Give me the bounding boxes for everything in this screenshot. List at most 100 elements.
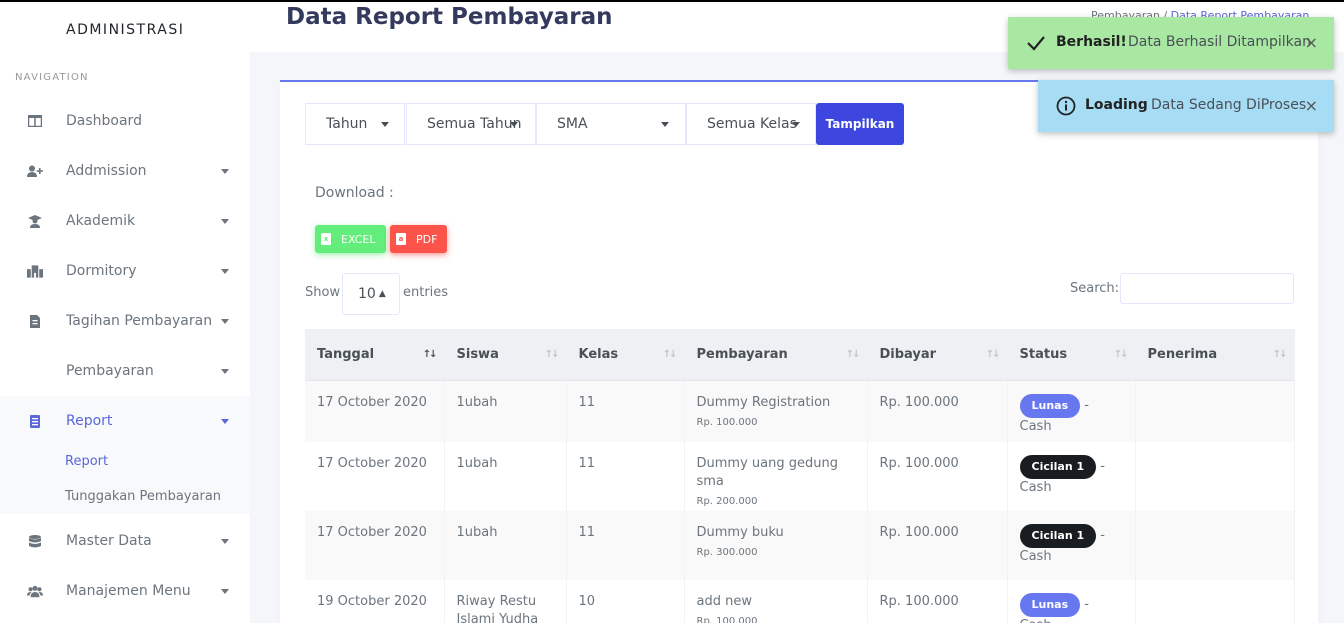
level-select[interactable]: SMA: [536, 103, 686, 145]
select-value: Tahun: [326, 116, 368, 132]
column-header-status[interactable]: Status ↑↓: [1007, 329, 1136, 381]
cell-kelas: 11: [566, 511, 685, 580]
sidebar-item-label: Manajemen Menu: [66, 583, 191, 599]
sidebar-item-report[interactable]: Report: [0, 396, 250, 446]
table-header-row: Tanggal ↑↓ Siswa ↑↓ Kelas ↑↓ Pembayaran ↑↓ D…: [305, 329, 1295, 381]
cell-kelas: 11: [566, 442, 685, 511]
column-header-penerima[interactable]: Penerima ↑↓: [1135, 329, 1295, 381]
toast-title: Loading: [1085, 97, 1148, 113]
close-icon[interactable]: ×: [1305, 33, 1318, 52]
entries-value: 10: [358, 286, 376, 302]
sidebar-item-tagihan-pembayaran[interactable]: Tagihan Pembayaran: [0, 296, 250, 346]
cell-tanggal: 17 October 2020: [305, 442, 445, 511]
sort-icon: ↑↓: [544, 349, 560, 360]
submenu-item-tunggakan[interactable]: Tunggakan Pembayaran: [65, 489, 221, 504]
sidebar-brand[interactable]: ADMINISTRASI: [66, 22, 184, 38]
column-header-dibayar[interactable]: Dibayar ↑↓: [867, 329, 1008, 381]
submenu-item-report[interactable]: Report: [65, 454, 108, 469]
show-button[interactable]: Tampilkan: [816, 103, 904, 145]
info-icon: [1056, 96, 1076, 116]
excel-label: EXCEL: [341, 232, 376, 246]
chevron-down-icon: [510, 121, 518, 127]
report-table: Tanggal ↑↓ Siswa ↑↓ Kelas ↑↓ Pembayaran ↑↓ D…: [305, 329, 1295, 623]
download-label: Download :: [315, 185, 394, 201]
cell-dibayar: Rp. 100.000: [867, 380, 1008, 442]
file-excel-icon: x: [321, 233, 331, 245]
cell-penerima: [1135, 442, 1295, 511]
sidebar-item-manajemen-menu[interactable]: Manajemen Menu: [0, 566, 250, 616]
cell-status: Cicilan 1 - Cash: [1007, 442, 1136, 511]
success-toast: Berhasil! Data Berhasil Ditampilkan ×: [1008, 17, 1334, 69]
users-cog-icon: [27, 583, 43, 599]
sort-icon: ↑↓: [1113, 349, 1129, 360]
pdf-button[interactable]: a PDF: [390, 225, 447, 253]
class-select[interactable]: Semua Kelas: [686, 103, 816, 145]
search-input[interactable]: [1120, 273, 1294, 304]
cell-penerima: [1135, 511, 1295, 580]
status-badge: Lunas: [1019, 393, 1081, 418]
sidebar-item-label: Tagihan Pembayaran: [66, 313, 213, 329]
sort-icon: ↑↓: [985, 349, 1001, 360]
check-icon: [1026, 33, 1046, 53]
toast-title: Berhasil!: [1056, 34, 1127, 50]
cell-dibayar: Rp. 100.000: [867, 442, 1008, 511]
sort-asc-icon: ↑↓: [422, 349, 438, 360]
sort-updown-icon: ▲︎: [378, 289, 386, 299]
cell-status: Cicilan 1 - Cash: [1007, 511, 1136, 580]
cell-pembayaran: Dummy uang gedung sma Rp. 200.000: [684, 442, 868, 511]
chevron-down-icon: [221, 418, 229, 424]
user-plus-icon: [27, 163, 43, 179]
entries-label: entries: [403, 285, 449, 300]
sidebar-item-label: Akademik: [66, 213, 136, 229]
cell-status: Lunas - Cash: [1007, 580, 1136, 623]
cell-kelas: 10: [566, 580, 685, 623]
toast-message: Data Berhasil Ditampilkan: [1128, 34, 1311, 50]
excel-button[interactable]: x EXCEL: [315, 225, 386, 253]
cell-pembayaran: add new Rp. 100.000: [684, 580, 868, 623]
status-badge: Cicilan 1: [1019, 524, 1097, 548]
sidebar-item-label: Pembayaran: [66, 363, 154, 379]
cell-tanggal: 17 October 2020: [305, 511, 445, 580]
toast-message: Data Sedang DiProses: [1151, 97, 1307, 113]
info-toast: Loading Data Sedang DiProses ×: [1038, 80, 1334, 132]
sidebar-item-label: Report: [66, 413, 113, 429]
select-value: Semua Kelas: [707, 116, 797, 132]
sidebar-item-addmission[interactable]: Addmission: [0, 146, 250, 196]
sort-icon: ↑↓: [1272, 349, 1288, 360]
sidebar-item-dashboard[interactable]: Dashboard: [0, 96, 250, 146]
column-header-siswa[interactable]: Siswa ↑↓: [444, 329, 567, 381]
status-badge: Lunas: [1019, 593, 1081, 617]
chevron-down-icon: [221, 268, 229, 274]
cell-kelas: 11: [566, 380, 685, 442]
nominal: Rp. 300.000: [696, 547, 758, 558]
cell-siswa: 1ubah: [444, 511, 567, 580]
cell-dibayar: Rp. 100.000: [867, 511, 1008, 580]
file-pdf-icon: a: [396, 233, 406, 245]
cell-siswa: 1ubah: [444, 380, 567, 442]
sidebar-item-dormitory[interactable]: Dormitory: [0, 246, 250, 296]
column-header-tanggal[interactable]: Tanggal ↑↓: [305, 329, 445, 381]
column-header-pembayaran[interactable]: Pembayaran ↑↓: [684, 329, 868, 381]
sidebar-item-akademik[interactable]: Akademik: [0, 196, 250, 246]
year-select[interactable]: Semua Tahun: [406, 103, 536, 145]
chevron-down-icon: [221, 318, 229, 324]
entries-select[interactable]: 10 ▲︎: [342, 273, 400, 315]
nominal: Rp. 100.000: [696, 416, 758, 428]
chevron-down-icon: [221, 588, 229, 594]
select-value: Semua Tahun: [427, 116, 522, 132]
cell-status: Lunas - Cash: [1007, 380, 1136, 442]
sidebar-item-pembayaran[interactable]: Pembayaran: [0, 346, 250, 396]
period-type-select[interactable]: Tahun: [305, 103, 405, 145]
cell-pembayaran: Dummy buku Rp. 300.000: [684, 511, 868, 580]
cell-siswa: Riway Restu Islami Yudha: [444, 580, 567, 623]
file-icon: [27, 413, 43, 429]
close-icon[interactable]: ×: [1305, 96, 1318, 115]
cell-tanggal: 19 October 2020: [305, 580, 445, 623]
sidebar-item-label: Master Data: [66, 533, 152, 549]
select-value: SMA: [557, 116, 588, 132]
chevron-down-icon: [221, 218, 229, 224]
sidebar-item-master-data[interactable]: Master Data: [0, 516, 250, 566]
sort-icon: ↑↓: [662, 349, 678, 360]
column-header-kelas[interactable]: Kelas ↑↓: [566, 329, 685, 381]
invoice-icon: [27, 313, 43, 329]
